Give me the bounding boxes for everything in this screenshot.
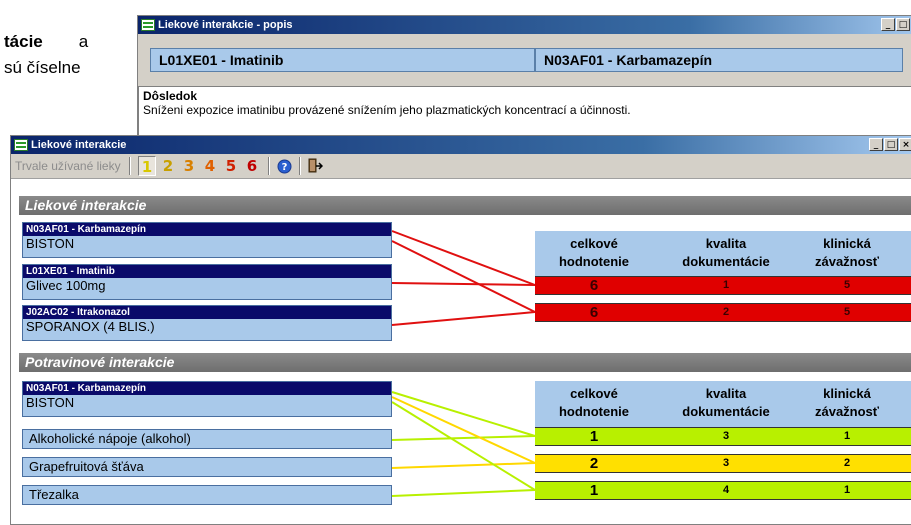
clinical-severity: 2 (843, 457, 851, 469)
level-5-button[interactable]: 5 (222, 156, 240, 176)
food-interaction-row-2[interactable]: 2 3 2 (535, 454, 911, 473)
level-1-button[interactable]: 1 (138, 156, 156, 176)
overall-rating: 1 (589, 482, 599, 499)
main-title-bar: Liekové interakcie _ □ × (11, 136, 911, 154)
drug-box-karbamazepin[interactable]: N03AF01 - Karbamazepín BISTON (22, 222, 392, 258)
drug-name: BISTON (26, 236, 75, 251)
close-icon[interactable]: × (899, 138, 911, 151)
app-icon (14, 139, 28, 151)
clinical-severity: 1 (843, 430, 851, 442)
overall-rating: 6 (589, 304, 599, 321)
level-6-button[interactable]: 6 (243, 156, 261, 176)
header-overall: celkové hodnotenie (558, 386, 630, 419)
documentation-quality: 1 (722, 279, 730, 291)
interactions-content: Liekové interakcie N03AF01 - Karbamazepí… (11, 179, 911, 524)
drug-box-imatinib[interactable]: L01XE01 - Imatinib Glivec 100mg (22, 264, 392, 300)
exit-icon[interactable] (307, 158, 324, 174)
connector-drug-food3 (391, 401, 536, 491)
long-term-drugs-button[interactable]: Trvale užívané lieky (15, 159, 121, 173)
popup-title-bar: Liekové interakcie - popis _□× (138, 16, 911, 34)
level-2-button[interactable]: 2 (159, 156, 177, 176)
help-icon[interactable]: ? (277, 159, 292, 174)
drug-interaction-row-2[interactable]: 6 2 5 (535, 303, 911, 322)
header-severity: klinická závažnosť (814, 236, 880, 269)
drug-code: J02AC02 - Itrakonazol (23, 306, 391, 319)
clinical-severity: 1 (843, 484, 851, 496)
documentation-quality: 3 (722, 457, 730, 469)
drug-name: SPORANOX (4 BLIS.) (26, 319, 155, 334)
connector-stjohns-food3 (391, 489, 536, 497)
food-box-st-johns-wort[interactable]: Třezalka (22, 485, 392, 505)
clinical-severity: 5 (843, 306, 851, 318)
connector-alcohol-food1 (391, 435, 536, 441)
main-title: Liekové interakcie (31, 139, 127, 151)
minimize-icon[interactable]: _ (881, 18, 895, 31)
level-4-button[interactable]: 4 (201, 156, 219, 176)
food-interactions-section-title: Potravinové interakcie (19, 353, 911, 372)
doc-text-line1: tácie a (4, 32, 89, 51)
food-interaction-row-1[interactable]: 1 3 1 (535, 427, 911, 446)
food-rating-header: celkové hodnotenie kvalita dokumentácie … (535, 381, 911, 427)
interaction-detail-window: Liekové interakcie - popis _□× L01XE01 -… (137, 15, 911, 145)
drug-name: Glivec 100mg (26, 278, 106, 293)
overall-rating: 2 (589, 455, 599, 472)
app-icon (141, 19, 155, 31)
overall-rating: 6 (589, 277, 599, 294)
consequence-text: Sníženi expozice imatinibu provázené sní… (143, 103, 631, 117)
drug-box-itrakonazol[interactable]: J02AC02 - Itrakonazol SPORANOX (4 BLIS.) (22, 305, 392, 341)
toolbar: Trvale užívané lieky 1 2 3 4 5 6 ? (11, 154, 911, 179)
svg-text:?: ? (282, 162, 288, 173)
documentation-quality: 3 (722, 430, 730, 442)
overall-rating: 1 (589, 428, 599, 445)
header-quality: kvalita dokumentácie (682, 386, 770, 419)
drug-code: N03AF01 - Karbamazepín (23, 223, 391, 236)
popup-title: Liekové interakcie - popis (158, 19, 293, 31)
toolbar-separator (299, 157, 301, 175)
food-drug-box-karbamazepin[interactable]: N03AF01 - Karbamazepín BISTON (22, 381, 392, 417)
toolbar-separator (268, 157, 270, 175)
clinical-severity: 5 (843, 279, 851, 291)
popup-drug-left: L01XE01 - Imatinib (150, 48, 535, 72)
drug-interaction-row-1[interactable]: 6 1 5 (535, 276, 911, 295)
food-box-alcohol[interactable]: Alkoholické nápoje (alkohol) (22, 429, 392, 449)
consequence-label: Dôsledok (143, 89, 198, 103)
header-overall: celkové hodnotenie (558, 236, 630, 269)
doc-text-line2: sú číselne (4, 58, 81, 77)
documentation-quality: 4 (722, 484, 730, 496)
header-severity: klinická závažnosť (814, 386, 880, 419)
drug-rating-header: celkové hodnotenie kvalita dokumentácie … (535, 231, 911, 277)
minimize-icon[interactable]: _ (869, 138, 883, 151)
drug-name: BISTON (26, 395, 75, 410)
toolbar-separator (129, 157, 131, 175)
maximize-icon[interactable]: □ (896, 18, 910, 31)
popup-drug-right: N03AF01 - Karbamazepín (535, 48, 903, 72)
food-box-grapefruit[interactable]: Grapefruitová šťáva (22, 457, 392, 477)
drug-code: N03AF01 - Karbamazepín (23, 382, 391, 395)
documentation-quality: 2 (722, 306, 730, 318)
header-quality: kvalita dokumentácie (682, 236, 770, 269)
level-3-button[interactable]: 3 (180, 156, 198, 176)
connector-itrakonazol-row2 (391, 311, 536, 326)
connector-imatinib-row1 (391, 282, 536, 286)
connector-grapefruit-food2 (391, 462, 536, 469)
food-interaction-row-3[interactable]: 1 4 1 (535, 481, 911, 500)
drug-interactions-window: Liekové interakcie _ □ × Trvale užívané li… (10, 135, 911, 525)
drug-code: L01XE01 - Imatinib (23, 265, 391, 278)
maximize-icon[interactable]: □ (884, 138, 898, 151)
